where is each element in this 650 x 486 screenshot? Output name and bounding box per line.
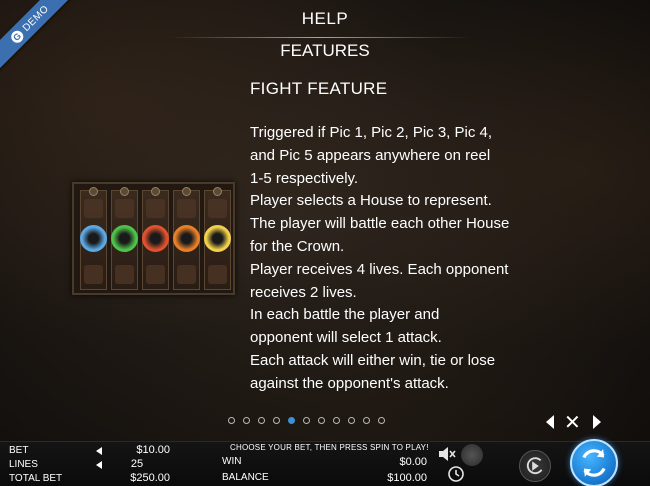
bet-decrease-icon[interactable] [96,447,102,455]
reel-symbol [177,265,196,284]
reel-preview-image [72,182,235,295]
title-divider [170,37,470,38]
reel-symbol [84,265,103,284]
help-title: HELP [301,9,349,28]
house-crest-icon [111,225,138,252]
section-title: FIGHT FEATURE [250,79,388,98]
lines-value: 25 [130,458,144,470]
reel-gem-icon [151,187,160,196]
reel-column [204,187,231,290]
description-line: 1-5 respectively. [250,169,359,187]
reel-symbol [115,199,134,218]
balance-value: $100.00 [387,472,427,484]
page-dot[interactable] [243,417,250,424]
house-crest-icon [142,225,169,252]
page-dot[interactable] [378,417,385,424]
reel-column [80,187,107,290]
page-dot[interactable] [363,417,370,424]
reel-symbol [115,265,134,284]
description-line: Player receives 4 lives. Each opponent [250,260,509,278]
house-crest-icon [173,225,200,252]
description-line: against the opponent's attack. [250,374,449,392]
page-dot[interactable] [318,417,325,424]
description-line: Each attack will either win, tie or lose [250,351,496,369]
description-line: Triggered if Pic 1, Pic 2, Pic 3, Pic 4, [250,124,493,141]
page-dot[interactable] [303,417,310,424]
reel-column [173,187,200,290]
total-bet-value: $250.00 [130,472,170,484]
description-line: for the Crown. [250,237,345,255]
bet-label: BET [9,445,29,456]
reel-gem-icon [89,187,98,196]
house-crest-icon [80,225,107,252]
balance-label: BALANCE [222,472,269,483]
history-icon[interactable] [446,464,466,484]
reel-gem-icon [213,187,222,196]
lines-decrease-icon[interactable] [96,461,102,469]
description-line: receives 2 lives. [250,283,357,301]
description-line: The player will battle each other House [250,215,510,233]
reel-column [142,187,169,290]
win-label: WIN [222,456,242,467]
page-dot[interactable] [333,417,340,424]
house-crest-icon [204,225,231,252]
settings-toggle-button[interactable] [461,444,483,466]
lines-label: LINES [9,459,38,470]
page-indicator [228,417,385,424]
page-dot[interactable] [288,417,295,424]
description-line: opponent will select 1 attack. [250,329,442,347]
bet-value: $10.00 [136,444,170,456]
page-dot[interactable] [228,417,235,424]
reel-symbol [84,199,103,218]
spin-button[interactable] [570,439,618,486]
arrow-right-icon[interactable] [593,415,601,429]
autoplay-icon [526,457,543,475]
bottom-bar: BET $10.00 LINES 25 TOTAL BET $250.00 CH… [0,439,650,486]
sound-muted-icon[interactable] [437,445,457,463]
reel-column [111,187,138,290]
close-icon[interactable]: ✕ [564,412,581,432]
reel-symbol [146,265,165,284]
features-title: FEATURES [280,41,370,60]
description-line: In each battle the player and [250,306,440,324]
total-bet-label: TOTAL BET [9,473,63,484]
reel-gem-icon [120,187,129,196]
page-dot[interactable] [273,417,280,424]
reel-symbol [208,199,227,218]
reel-gem-icon [182,187,191,196]
autoplay-button[interactable] [519,450,551,482]
status-message: CHOOSE YOUR BET, THEN PRESS SPIN TO PLAY… [230,443,429,452]
description-line: and Pic 5 appears anywhere on reel [250,146,491,164]
page-dot[interactable] [348,417,355,424]
arrow-left-icon[interactable] [546,415,554,429]
reel-symbol [146,199,165,218]
spin-icon [582,449,606,477]
description-line: Player selects a House to represent. [250,192,492,210]
reel-symbol [177,199,196,218]
reel-symbol [208,265,227,284]
page-dot[interactable] [258,417,265,424]
win-value: $0.00 [399,456,427,468]
feature-description: Triggered if Pic 1, Pic 2, Pic 3, Pic 4,… [250,122,570,396]
